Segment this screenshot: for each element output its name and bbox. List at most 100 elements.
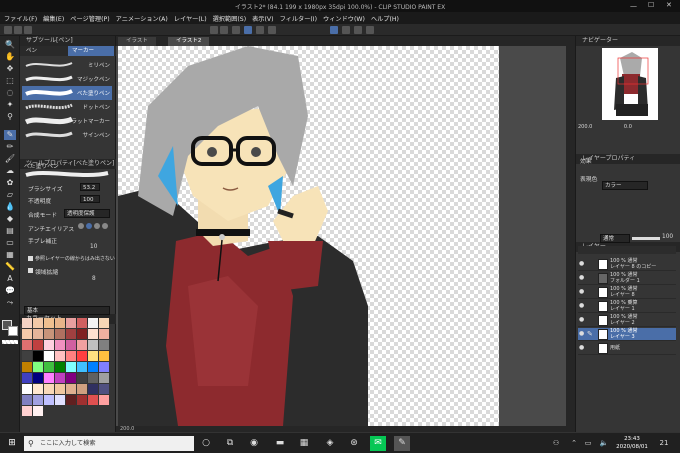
layer-row-selected[interactable]: ● ✎ 100 % 通常 レイヤー 3 [578, 328, 676, 341]
color-swatch[interactable] [22, 351, 32, 361]
transparent-color-swatch[interactable] [2, 340, 18, 344]
brush-item[interactable]: ドットペン [22, 100, 112, 114]
menu-animation[interactable]: アニメーション(A) [116, 14, 168, 23]
color-swatch[interactable] [77, 362, 87, 372]
tab-marker[interactable]: マーカー [68, 46, 114, 56]
color-swatch[interactable] [33, 329, 43, 339]
color-swatch[interactable] [66, 373, 76, 383]
stabilization-value[interactable]: 10 [90, 244, 97, 250]
cortana-icon[interactable]: ○ [198, 436, 214, 451]
color-swatch[interactable] [44, 329, 54, 339]
eraser-tool-icon[interactable]: ▱ [4, 190, 16, 200]
fill-tool-icon[interactable]: ◆ [4, 214, 16, 224]
color-swatch[interactable] [55, 373, 65, 383]
save-icon[interactable] [24, 26, 32, 34]
color-swatch[interactable] [66, 362, 76, 372]
color-swatch[interactable] [99, 318, 109, 328]
color-swatch[interactable] [55, 351, 65, 361]
menu-selection[interactable]: 選択範囲(S) [213, 14, 247, 23]
layer-opacity-value[interactable]: 100 [662, 234, 673, 240]
color-swatch[interactable] [55, 395, 65, 405]
color-swatch[interactable] [99, 395, 109, 405]
color-swatch[interactable] [33, 395, 43, 405]
decoration-tool-icon[interactable]: ✿ [4, 178, 16, 188]
color-swatch[interactable] [22, 318, 32, 328]
visibility-eye-icon[interactable]: ● [579, 261, 585, 267]
undo-icon[interactable] [210, 26, 218, 34]
blend-tool-icon[interactable]: 💧 [4, 202, 16, 212]
color-swatch[interactable] [44, 340, 54, 350]
navigator-preview[interactable] [602, 48, 658, 120]
visibility-eye-icon[interactable]: ● [579, 275, 585, 281]
open-icon[interactable] [14, 26, 22, 34]
pencil-tool-icon[interactable]: ✏ [4, 142, 16, 152]
wand-tool-icon[interactable]: ✦ [4, 100, 16, 110]
color-swatch[interactable] [88, 362, 98, 372]
sub-color-swatch[interactable] [8, 326, 18, 336]
color-swatch[interactable] [55, 329, 65, 339]
color-swatch[interactable] [33, 351, 43, 361]
deselect-icon[interactable] [268, 26, 276, 34]
color-swatch[interactable] [22, 395, 32, 405]
color-swatch[interactable] [77, 373, 87, 383]
color-swatch[interactable] [99, 340, 109, 350]
layer-row[interactable]: ● 100 % 通常 レイヤー 2 [578, 314, 676, 327]
brush-item-selected[interactable]: べた塗りペン [22, 86, 112, 100]
explorer-icon[interactable]: ▬ [272, 436, 288, 451]
windows-start-icon[interactable]: ⊞ [4, 436, 20, 451]
clip-studio-icon[interactable]: ✎ [394, 436, 410, 451]
color-swatch[interactable] [88, 329, 98, 339]
color-swatch[interactable] [99, 351, 109, 361]
layer-row[interactable]: ● 用紙 [578, 342, 676, 355]
color-swatch[interactable] [44, 395, 54, 405]
menu-file[interactable]: ファイル(F) [4, 14, 37, 23]
redo-icon[interactable] [220, 26, 228, 34]
brush-item[interactable]: サインペン [22, 128, 112, 142]
aa-strong-icon[interactable] [102, 223, 108, 229]
color-swatch[interactable] [66, 340, 76, 350]
zoom-tool-icon[interactable]: 🔍 [4, 40, 16, 50]
line-icon[interactable]: ✉ [370, 436, 386, 451]
airbrush-tool-icon[interactable]: ☁ [4, 166, 16, 176]
color-swatch[interactable] [77, 384, 87, 394]
color-swatch[interactable] [77, 340, 87, 350]
visibility-eye-icon[interactable]: ● [579, 345, 585, 351]
color-swatch[interactable] [99, 384, 109, 394]
figure-tool-icon[interactable]: ▭ [4, 238, 16, 248]
tab-document-2[interactable]: イラスト2 [168, 37, 210, 46]
color-swatch[interactable] [66, 395, 76, 405]
new-icon[interactable] [4, 26, 12, 34]
tab-pen[interactable]: ペン [22, 46, 41, 56]
brush-item[interactable]: フラットマーカー [22, 114, 112, 128]
color-swatch[interactable] [44, 318, 54, 328]
brush-tool-icon[interactable]: 🖌 [4, 154, 16, 164]
chrome-icon[interactable]: ◉ [246, 436, 262, 451]
brush-size-value[interactable]: 53.2 [80, 183, 100, 191]
pen-tool-icon[interactable]: ✎ [4, 130, 16, 140]
blend-mode-select[interactable]: 透明度保護 [64, 209, 110, 218]
color-swatch[interactable] [33, 373, 43, 383]
visibility-eye-icon[interactable]: ● [579, 331, 585, 337]
colorset-select[interactable]: 基本 [24, 306, 110, 315]
color-swatch[interactable] [99, 362, 109, 372]
color-swatch[interactable] [22, 340, 32, 350]
visibility-eye-icon[interactable]: ● [579, 317, 585, 323]
color-swatch[interactable] [77, 329, 87, 339]
color-swatch[interactable] [77, 351, 87, 361]
tab-document-1[interactable]: イラスト [118, 37, 156, 46]
text-tool-icon[interactable]: A [4, 274, 16, 284]
color-swatch[interactable] [22, 406, 32, 416]
maximize-icon[interactable]: ☐ [648, 1, 654, 9]
fill-icon[interactable] [244, 26, 252, 34]
task-view-icon[interactable]: ⧉ [222, 436, 238, 451]
steam-icon[interactable]: ⊛ [346, 436, 362, 451]
color-swatch[interactable] [66, 384, 76, 394]
transform-icon[interactable] [256, 26, 264, 34]
opacity-value[interactable]: 100 [80, 195, 100, 203]
lasso-tool-icon[interactable]: ◌ [4, 88, 16, 98]
color-swatch[interactable] [44, 351, 54, 361]
color-swatch[interactable] [55, 340, 65, 350]
taskbar-search[interactable]: ⚲ ここに入力して検索 [24, 436, 194, 451]
volume-icon[interactable]: 🔈 [596, 436, 612, 451]
color-swatch[interactable] [55, 318, 65, 328]
